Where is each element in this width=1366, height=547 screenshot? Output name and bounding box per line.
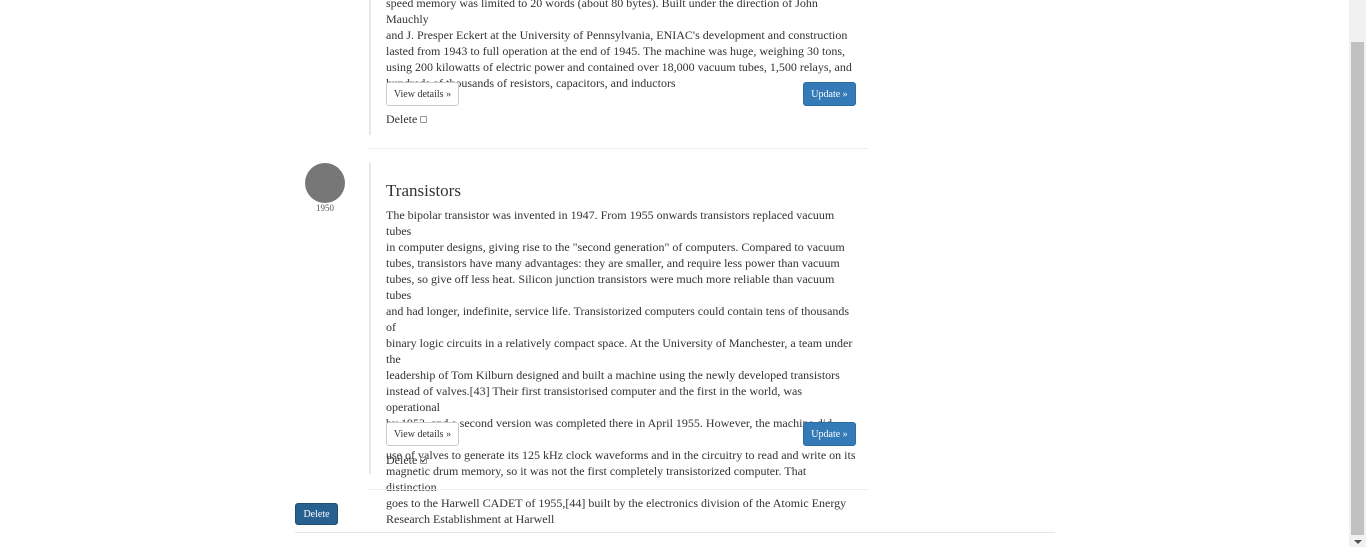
card-text-line: binary logic circuits in a relatively co…	[386, 336, 853, 366]
scroll-down-arrow-icon[interactable]	[1354, 540, 1362, 544]
vertical-scrollbar[interactable]	[1349, 0, 1366, 547]
card-description: The bipolar transistor was invented in 1…	[386, 207, 858, 527]
delete-checkbox-row[interactable]: Delete	[386, 453, 428, 467]
card-title: Transistors	[386, 181, 461, 200]
timeline-year: 1950	[316, 203, 334, 213]
update-button[interactable]: Update »	[803, 82, 856, 106]
delete-selected-button[interactable]: Delete	[295, 503, 338, 525]
view-details-button[interactable]: View details »	[386, 422, 459, 446]
timeline-marker	[305, 163, 345, 203]
card-text-line: goes to the Harwell CADET of 1955,[44] b…	[386, 496, 847, 510]
delete-checkbox[interactable]	[420, 456, 428, 464]
update-button[interactable]: Update »	[803, 422, 856, 446]
footer-divider	[295, 532, 1055, 533]
scrollbar-thumb[interactable]	[1351, 42, 1364, 535]
delete-label: Delete	[386, 112, 418, 126]
card-text-line: tubes, so give off less heat. Silicon ju…	[386, 272, 835, 302]
card-separator	[369, 148, 868, 149]
card-text-line: magnetic drum memory, so it was not the …	[386, 464, 807, 494]
card-text-line: instead of valves.[43] Their first trans…	[386, 384, 803, 414]
card-separator	[369, 489, 868, 490]
card-text-line: leadership of Tom Kilburn designed and b…	[386, 368, 840, 382]
card-text-line: use of valves to generate its 125 kHz cl…	[386, 448, 856, 462]
card-text-line: using 200 kilowatts of electric power an…	[386, 60, 852, 74]
delete-label: Delete	[386, 453, 418, 467]
card-description: speed memory was limited to 20 words (ab…	[386, 0, 858, 91]
timeline-rail	[369, 163, 371, 474]
card-text-line: lasted from 1943 to full operation at th…	[386, 44, 846, 58]
card-text-line: in computer designs, giving rise to the …	[386, 240, 845, 254]
card-text-line: The bipolar transistor was invented in 1…	[386, 208, 835, 238]
card-text-line: speed memory was limited to 20 words (ab…	[386, 0, 818, 26]
delete-checkbox[interactable]	[420, 115, 428, 123]
card-text-line: and J. Presper Eckert at the University …	[386, 28, 848, 42]
card-text-line: tubes, transistors have many advantages:…	[386, 256, 840, 270]
card-text-line: Research Establishment at Harwell	[386, 512, 555, 526]
view-details-button[interactable]: View details »	[386, 82, 459, 106]
timeline-rail	[369, 0, 371, 135]
card-text-line: and had longer, indefinite, service life…	[386, 304, 850, 334]
delete-checkbox-row[interactable]: Delete	[386, 112, 428, 126]
